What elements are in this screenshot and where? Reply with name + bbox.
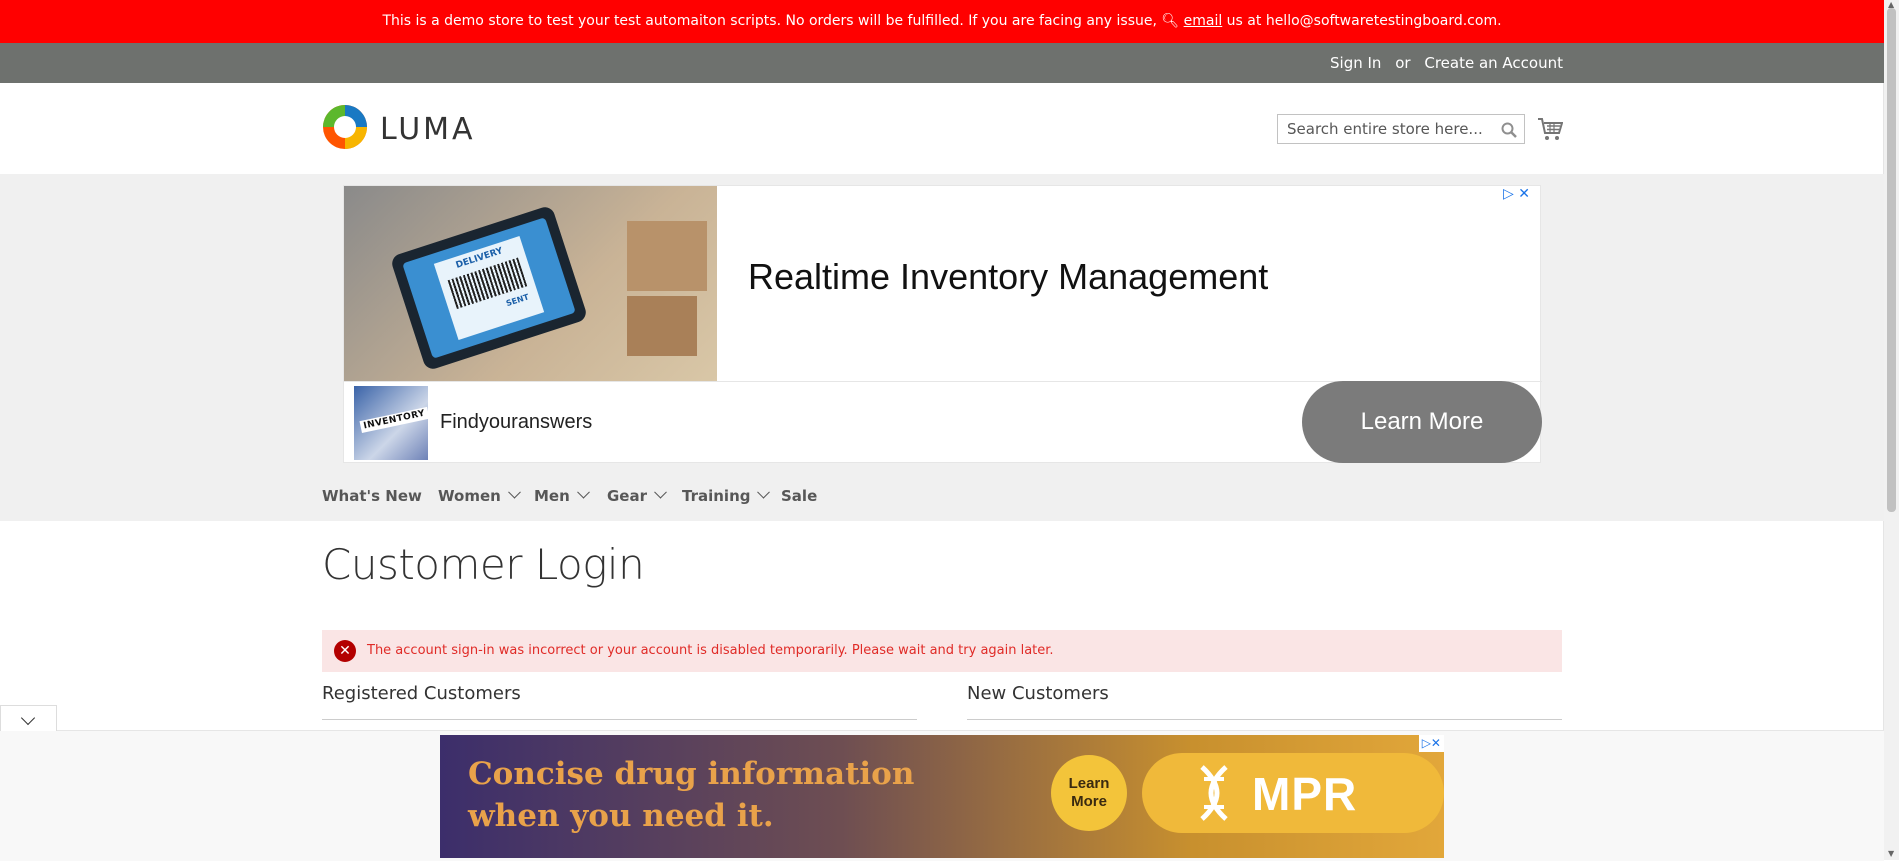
chevron-down-icon <box>576 485 590 499</box>
luma-logo-icon <box>323 105 367 149</box>
chevron-down-icon <box>654 485 667 499</box>
mpr-brand-badge[interactable]: MPR <box>1142 753 1444 833</box>
error-x-icon: ✕ <box>334 640 356 662</box>
header-links-bar: Sign In or Create an Account <box>0 43 1884 83</box>
or-separator: or <box>1395 54 1411 72</box>
new-customers-divider <box>967 719 1562 720</box>
nav-label: Sale <box>781 487 818 505</box>
ad-inventory-thumbnail: INVENTORY <box>354 386 430 460</box>
ad-choices-icon[interactable]: ▷ ✕ <box>1503 186 1530 202</box>
bottom-ad-learn-more-button[interactable]: Learn More <box>1051 755 1127 831</box>
page-title: Customer Login <box>322 540 645 589</box>
error-message-text: The account sign-in was incorrect or you… <box>367 643 1054 658</box>
search-input[interactable] <box>1278 115 1506 143</box>
nav-label: Women <box>438 487 501 505</box>
ad-subtext[interactable]: Findyouranswers <box>440 411 592 434</box>
shopping-cart-icon[interactable] <box>1537 116 1563 142</box>
registered-divider <box>322 719 917 720</box>
chevron-down-icon <box>507 485 521 499</box>
ad-warehouse-image: DELIVERY SENT <box>344 186 717 381</box>
nav-label: Gear <box>607 487 648 505</box>
ad-thumbnail-label: INVENTORY <box>359 406 430 434</box>
top-advertisement[interactable]: DELIVERY SENT Realtime Inventory Managem… <box>343 185 1542 463</box>
nav-item-men[interactable]: Men <box>534 485 590 505</box>
nav-item-training[interactable]: Training <box>682 485 771 505</box>
nav-label: Men <box>534 487 570 505</box>
nav-item-gear[interactable]: Gear <box>607 485 667 505</box>
nav-item-women[interactable]: Women <box>438 485 521 505</box>
registered-customers-title: Registered Customers <box>322 683 521 704</box>
mpr-logo-icon <box>1200 765 1228 821</box>
create-account-link[interactable]: Create an Account <box>1424 54 1563 72</box>
collapse-ad-button[interactable] <box>0 705 57 731</box>
bottom-ad-cta-label: Learn More <box>1068 775 1110 810</box>
demo-notice-bar: This is a demo store to test your test a… <box>0 0 1884 43</box>
chevron-down-icon <box>757 485 771 499</box>
mpr-brand-text: MPR <box>1252 768 1358 820</box>
nav-item-sale[interactable]: Sale <box>781 487 817 505</box>
scroll-thumb[interactable] <box>1887 8 1896 512</box>
nav-item-whats-new[interactable]: What's New <box>322 487 422 505</box>
email-link[interactable]: email <box>1184 13 1223 29</box>
scroll-down-arrow-icon[interactable]: ▼ <box>1888 849 1894 858</box>
nav-label: What's New <box>322 487 422 505</box>
ad-learn-more-button[interactable]: Learn More <box>1302 381 1542 463</box>
demo-notice-text: This is a demo store to test your test a… <box>382 13 1162 29</box>
magnifier-icon: 🔍︎ <box>1161 13 1184 29</box>
search-box <box>1277 114 1525 144</box>
bottom-ad-text[interactable]: Concise drug information when you need i… <box>468 753 988 837</box>
bottom-ad-choices-icon[interactable]: ▷✕ <box>1418 735 1444 752</box>
search-icon[interactable] <box>1500 121 1518 139</box>
bottom-advertisement[interactable]: Concise drug information when you need i… <box>440 735 1444 858</box>
chevron-down-icon <box>20 710 36 726</box>
ad-headline[interactable]: Realtime Inventory Management <box>748 256 1268 298</box>
nav-label: Training <box>682 487 751 505</box>
logo-text: LUMA <box>380 112 476 147</box>
sign-in-link[interactable]: Sign In <box>1330 54 1381 72</box>
demo-notice-text-after: us at hello@softwaretestingboard.com. <box>1222 13 1502 29</box>
new-customers-title: New Customers <box>967 683 1109 704</box>
page-scrollbar[interactable]: ▲ ▼ <box>1883 0 1899 860</box>
error-message: ✕ The account sign-in was incorrect or y… <box>322 630 1562 672</box>
